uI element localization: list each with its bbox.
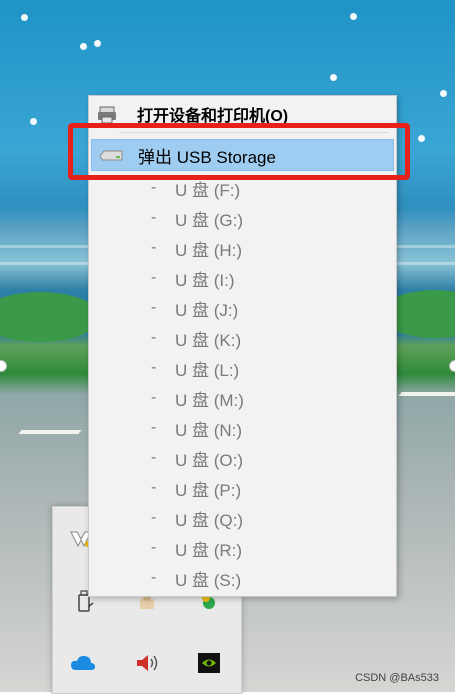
drive-label: U 盘 (J:) [175,300,239,320]
drive-label: U 盘 (Q:) [175,510,243,530]
drive-label: U 盘 (S:) [175,570,242,590]
drive-item: - U 盘 (P:) [89,473,396,503]
drive-item: - U 盘 (Q:) [89,503,396,533]
drive-dash: - [151,359,157,376]
annotation-highlight-box [68,123,410,180]
drive-item: - U 盘 (O:) [89,443,396,473]
drive-item: - U 盘 (H:) [89,233,396,263]
drive-dash: - [151,509,157,526]
drive-label: U 盘 (N:) [175,420,243,440]
bush [0,292,100,342]
drive-item: - U 盘 (N:) [89,413,396,443]
drive-dash: - [151,569,157,586]
drive-dash: - [151,239,157,256]
drive-dash: - [151,479,157,496]
snow-dot [418,135,425,142]
drive-label: U 盘 (M:) [175,390,244,410]
drive-dash: - [151,299,157,316]
road-marking [18,430,82,434]
watermark-text: CSDN @BAs533 [355,672,439,684]
drive-dash: - [151,179,157,196]
drive-label: U 盘 (I:) [175,270,235,290]
drive-dash: - [151,389,157,406]
drive-item: - U 盘 (K:) [89,323,396,353]
drive-label: U 盘 (O:) [175,450,243,470]
drive-label: U 盘 (K:) [175,330,242,350]
snow-dot [21,14,28,21]
snow-dot [30,118,37,125]
drive-item: - U 盘 (M:) [89,383,396,413]
drive-dash: - [151,329,157,346]
drive-item: - U 盘 (J:) [89,293,396,323]
drive-dash: - [151,419,157,436]
onedrive-icon[interactable] [69,649,97,677]
drive-dash: - [151,539,157,556]
drive-label: U 盘 (G:) [175,210,243,230]
snow-dot [440,90,447,97]
drive-label: U 盘 (H:) [175,240,243,260]
drive-item: - U 盘 (G:) [89,203,396,233]
resize-handle[interactable] [0,360,7,372]
nvidia-icon[interactable] [195,649,223,677]
volume-icon[interactable] [133,649,161,677]
snow-dot [330,74,337,81]
drive-dash: - [151,449,157,466]
drive-item: - U 盘 (I:) [89,263,396,293]
resize-handle[interactable] [449,360,455,372]
drive-label: U 盘 (L:) [175,360,240,380]
snow-dot [350,13,357,20]
drive-item: - U 盘 (L:) [89,353,396,383]
drive-label: U 盘 (R:) [175,540,243,560]
drive-item: - U 盘 (R:) [89,533,396,563]
drive-item: - U 盘 (S:) [89,563,396,593]
snow-dot [94,40,101,47]
snow-dot [80,43,87,50]
drive-dash: - [151,209,157,226]
drive-label: U 盘 (P:) [175,480,242,500]
road-marking [398,392,455,396]
drive-dash: - [151,269,157,286]
